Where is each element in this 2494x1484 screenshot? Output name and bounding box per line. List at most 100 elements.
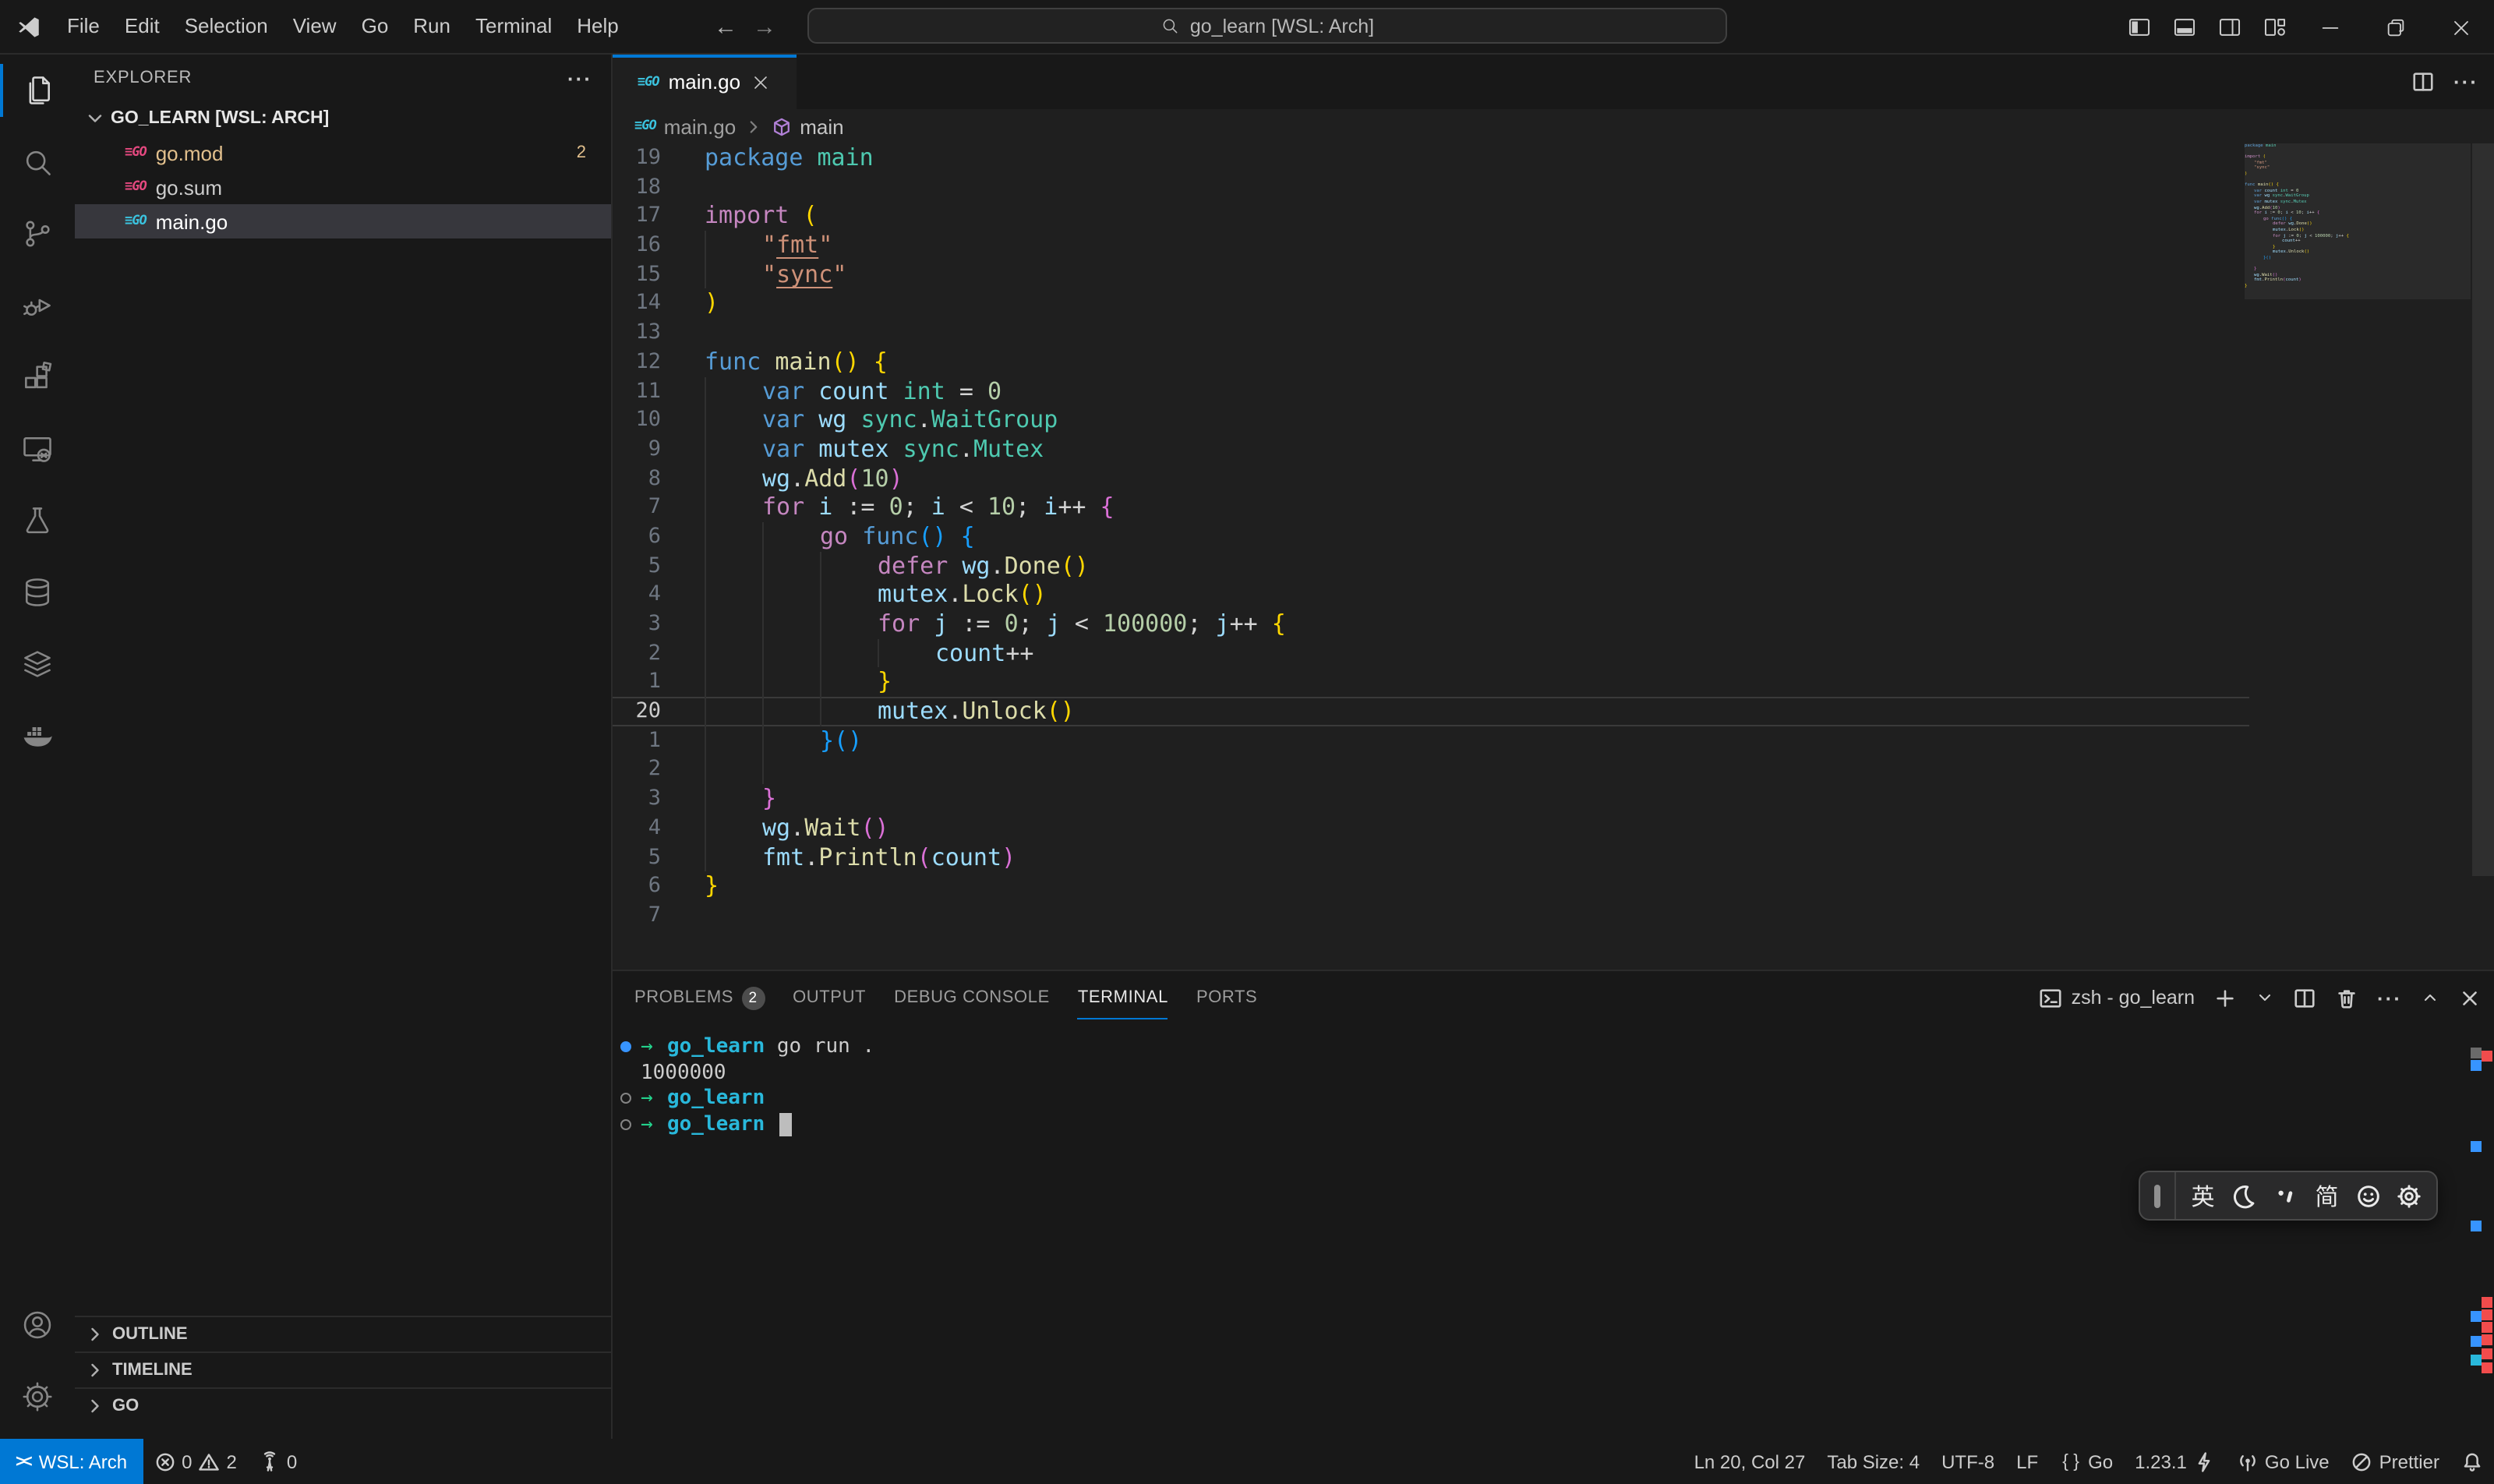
code-line[interactable]: 6}: [613, 871, 2249, 900]
panel-more-actions-icon[interactable]: ···: [2377, 986, 2402, 1009]
code-line[interactable]: 4wg.Wait(): [613, 814, 2249, 843]
menu-file[interactable]: File: [55, 8, 112, 44]
code-line[interactable]: 19package main: [613, 143, 2249, 172]
activity-search[interactable]: [0, 126, 75, 198]
code-line[interactable]: 8wg.Add(10): [613, 464, 2249, 493]
terminal-line[interactable]: →go_learn: [616, 1112, 2463, 1139]
minimap-slider[interactable]: [2245, 143, 2471, 299]
remote-indicator[interactable]: >< WSL: Arch: [0, 1439, 143, 1484]
activity-database[interactable]: [0, 556, 75, 628]
code-line[interactable]: 18: [613, 172, 2249, 201]
code-line[interactable]: 4mutex.Lock(): [613, 581, 2249, 610]
code-line[interactable]: 17import (: [613, 202, 2249, 231]
ime-moon-button[interactable]: [2226, 1177, 2263, 1214]
code-line[interactable]: 5fmt.Println(count): [613, 843, 2249, 871]
command-center-search[interactable]: go_learn [WSL: Arch]: [807, 8, 1727, 44]
code-line[interactable]: 3for j := 0; j < 100000; j++ {: [613, 610, 2249, 638]
ime-gear-button[interactable]: [2391, 1177, 2429, 1214]
activity-remote-explorer[interactable]: [0, 413, 75, 485]
file-main.go[interactable]: ≡GOmain.go: [75, 204, 611, 238]
editor-more-actions-icon[interactable]: ···: [2453, 70, 2478, 94]
status-tab-size-4[interactable]: Tab Size: 4: [1816, 1439, 1931, 1484]
status-lf[interactable]: LF: [2005, 1439, 2049, 1484]
code-line[interactable]: 7for i := 0; i < 10; i++ {: [613, 493, 2249, 522]
ime-simplified-button[interactable]: 简: [2309, 1177, 2346, 1214]
explorer-root-folder[interactable]: GO_LEARN [WSL: ARCH]: [75, 101, 611, 136]
activity-layers[interactable]: [0, 628, 75, 700]
section-outline[interactable]: OUTLINE: [75, 1316, 611, 1352]
code-line[interactable]: 12func main() {: [613, 348, 2249, 376]
close-icon[interactable]: [2429, 0, 2494, 55]
toggle-secondary-sidebar-icon[interactable]: [2207, 0, 2252, 55]
file-go.sum[interactable]: ≡GOgo.sum: [75, 170, 611, 204]
activity-files[interactable]: [0, 55, 75, 126]
menu-help[interactable]: Help: [564, 8, 631, 44]
code-line[interactable]: 11var count int = 0: [613, 376, 2249, 405]
activity-source-control[interactable]: [0, 198, 75, 270]
ime-punct-button[interactable]: [2267, 1177, 2305, 1214]
breadcrumb-symbol[interactable]: main: [800, 115, 843, 138]
menu-go[interactable]: Go: [349, 8, 401, 44]
status-prettier[interactable]: Prettier: [2340, 1439, 2450, 1484]
section-go[interactable]: GO: [75, 1387, 611, 1423]
code-line[interactable]: 1}(): [613, 726, 2249, 755]
ime-lang-button[interactable]: 英: [2185, 1177, 2222, 1214]
maximize-panel-icon[interactable]: [2421, 988, 2439, 1007]
menu-terminal[interactable]: Terminal: [463, 8, 564, 44]
activity-extensions[interactable]: [0, 341, 75, 413]
explorer-more-actions-icon[interactable]: ···: [567, 66, 592, 90]
code-line[interactable]: 15"sync": [613, 260, 2249, 289]
status-go[interactable]: { }Go: [2049, 1439, 2124, 1484]
activity-docker[interactable]: [0, 700, 75, 772]
terminal-session[interactable]: zsh - go_learn: [2039, 986, 2195, 1009]
status-utf-8[interactable]: UTF-8: [1931, 1439, 2005, 1484]
editor-scrollbar[interactable]: [2472, 143, 2494, 876]
code-line[interactable]: 6go func() {: [613, 522, 2249, 551]
file-go.mod[interactable]: ≡GOgo.mod2: [75, 136, 611, 170]
breadcrumb-file[interactable]: main.go: [664, 115, 737, 138]
terminal-line[interactable]: →go_learn: [616, 1086, 2463, 1112]
panel-tab-terminal[interactable]: TERMINAL: [1078, 988, 1168, 1007]
tab-main-go[interactable]: ≡GO main.go: [613, 55, 797, 109]
back-icon[interactable]: ←: [714, 14, 737, 41]
status-bell[interactable]: [2450, 1439, 2494, 1484]
code-line[interactable]: 14): [613, 289, 2249, 318]
panel-tab-ports[interactable]: PORTS: [1196, 988, 1257, 1007]
code-line[interactable]: 20mutex.Unlock(): [613, 697, 2249, 726]
customize-layout-icon[interactable]: [2252, 0, 2298, 55]
toggle-panel-icon[interactable]: [2162, 0, 2207, 55]
terminal-output[interactable]: →go_learn go run .1000000→go_learn→go_le…: [616, 1034, 2463, 1439]
panel-tab-output[interactable]: OUTPUT: [793, 988, 866, 1007]
status-1-23-1[interactable]: 1.23.1: [2124, 1439, 2226, 1484]
terminal-dropdown-icon[interactable]: [2256, 988, 2274, 1007]
panel-tab-problems[interactable]: PROBLEMS2: [634, 986, 765, 1009]
problems-status[interactable]: 0 2: [143, 1439, 248, 1484]
activity-settings[interactable]: [0, 1361, 75, 1433]
split-editor-icon[interactable]: [2411, 70, 2435, 94]
menu-selection[interactable]: Selection: [172, 8, 281, 44]
code-line[interactable]: 10var wg sync.WaitGroup: [613, 405, 2249, 434]
restore-icon[interactable]: [2363, 0, 2429, 55]
section-timeline[interactable]: TIMELINE: [75, 1352, 611, 1387]
ime-emoji-button[interactable]: [2350, 1177, 2387, 1214]
forward-icon[interactable]: →: [753, 14, 776, 41]
activity-account[interactable]: [0, 1289, 75, 1361]
panel-tab-debug-console[interactable]: DEBUG CONSOLE: [894, 988, 1050, 1007]
code-line[interactable]: 13: [613, 318, 2249, 347]
minimize-icon[interactable]: [2298, 0, 2363, 55]
menu-run[interactable]: Run: [401, 8, 463, 44]
ports-status[interactable]: 0: [248, 1439, 308, 1484]
status-go-live[interactable]: Go Live: [2226, 1439, 2340, 1484]
code-line[interactable]: 9var mutex sync.Mutex: [613, 435, 2249, 464]
code-line[interactable]: 16"fmt": [613, 231, 2249, 260]
code-line[interactable]: 7: [613, 901, 2249, 930]
code-line[interactable]: 2count++: [613, 638, 2249, 667]
activity-testing[interactable]: [0, 485, 75, 556]
menu-view[interactable]: View: [281, 8, 349, 44]
code-line[interactable]: 3}: [613, 784, 2249, 813]
code-line[interactable]: 1}: [613, 668, 2249, 697]
terminal-line[interactable]: →go_learn go run .: [616, 1034, 2463, 1060]
tab-close-icon[interactable]: [750, 71, 772, 93]
code-editor[interactable]: 19package main1817import (16"fmt"15"sync…: [613, 143, 2494, 970]
ime-drag-handle[interactable]: [2154, 1184, 2160, 1207]
